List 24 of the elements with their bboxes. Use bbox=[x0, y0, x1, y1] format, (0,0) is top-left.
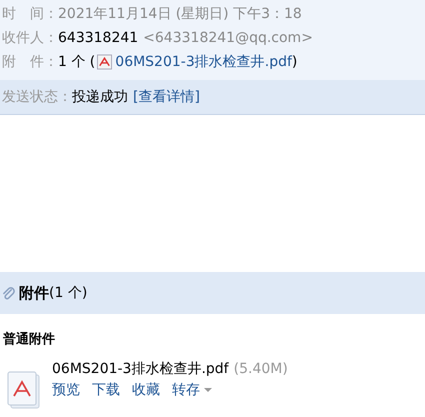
field-label: 收件人： bbox=[2, 29, 58, 47]
section-title: 普通附件 bbox=[3, 330, 56, 348]
file-action[interactable]: 预览 bbox=[52, 381, 80, 399]
status-label: 发送状态： bbox=[2, 88, 72, 106]
attachment-link[interactable]: 06MS201-3排水检查井.pdf bbox=[115, 53, 292, 71]
recipient-email: <643318241@qq.com> bbox=[143, 30, 313, 46]
attachments-count: (1 个) bbox=[49, 284, 88, 302]
paperclip-icon bbox=[2, 286, 15, 300]
attachments-title: 附件 bbox=[19, 284, 49, 302]
attachment-count: 1 个 ( bbox=[58, 53, 96, 71]
file-name: 06MS201-3排水检查井.pdf bbox=[52, 361, 229, 377]
field-label: 附 件： bbox=[2, 53, 58, 71]
time-value: 2021年11月14日 (星期日) 下午3：18 bbox=[58, 5, 302, 23]
details-link[interactable]: [查看详情] bbox=[133, 88, 200, 106]
status-value: 投递成功 bbox=[72, 88, 128, 106]
pdf-icon bbox=[97, 54, 112, 70]
file-action[interactable]: 收藏 bbox=[132, 381, 160, 399]
paren-text: ) bbox=[292, 54, 298, 70]
file-action[interactable]: 下载 bbox=[92, 381, 120, 399]
field-label: 时 间： bbox=[2, 5, 58, 23]
recipient-name: 643318241 bbox=[58, 30, 138, 46]
pdf-file-icon bbox=[6, 370, 42, 410]
save-to-dropdown[interactable]: 转存 bbox=[172, 381, 212, 399]
file-size: (5.40M) bbox=[234, 361, 288, 377]
